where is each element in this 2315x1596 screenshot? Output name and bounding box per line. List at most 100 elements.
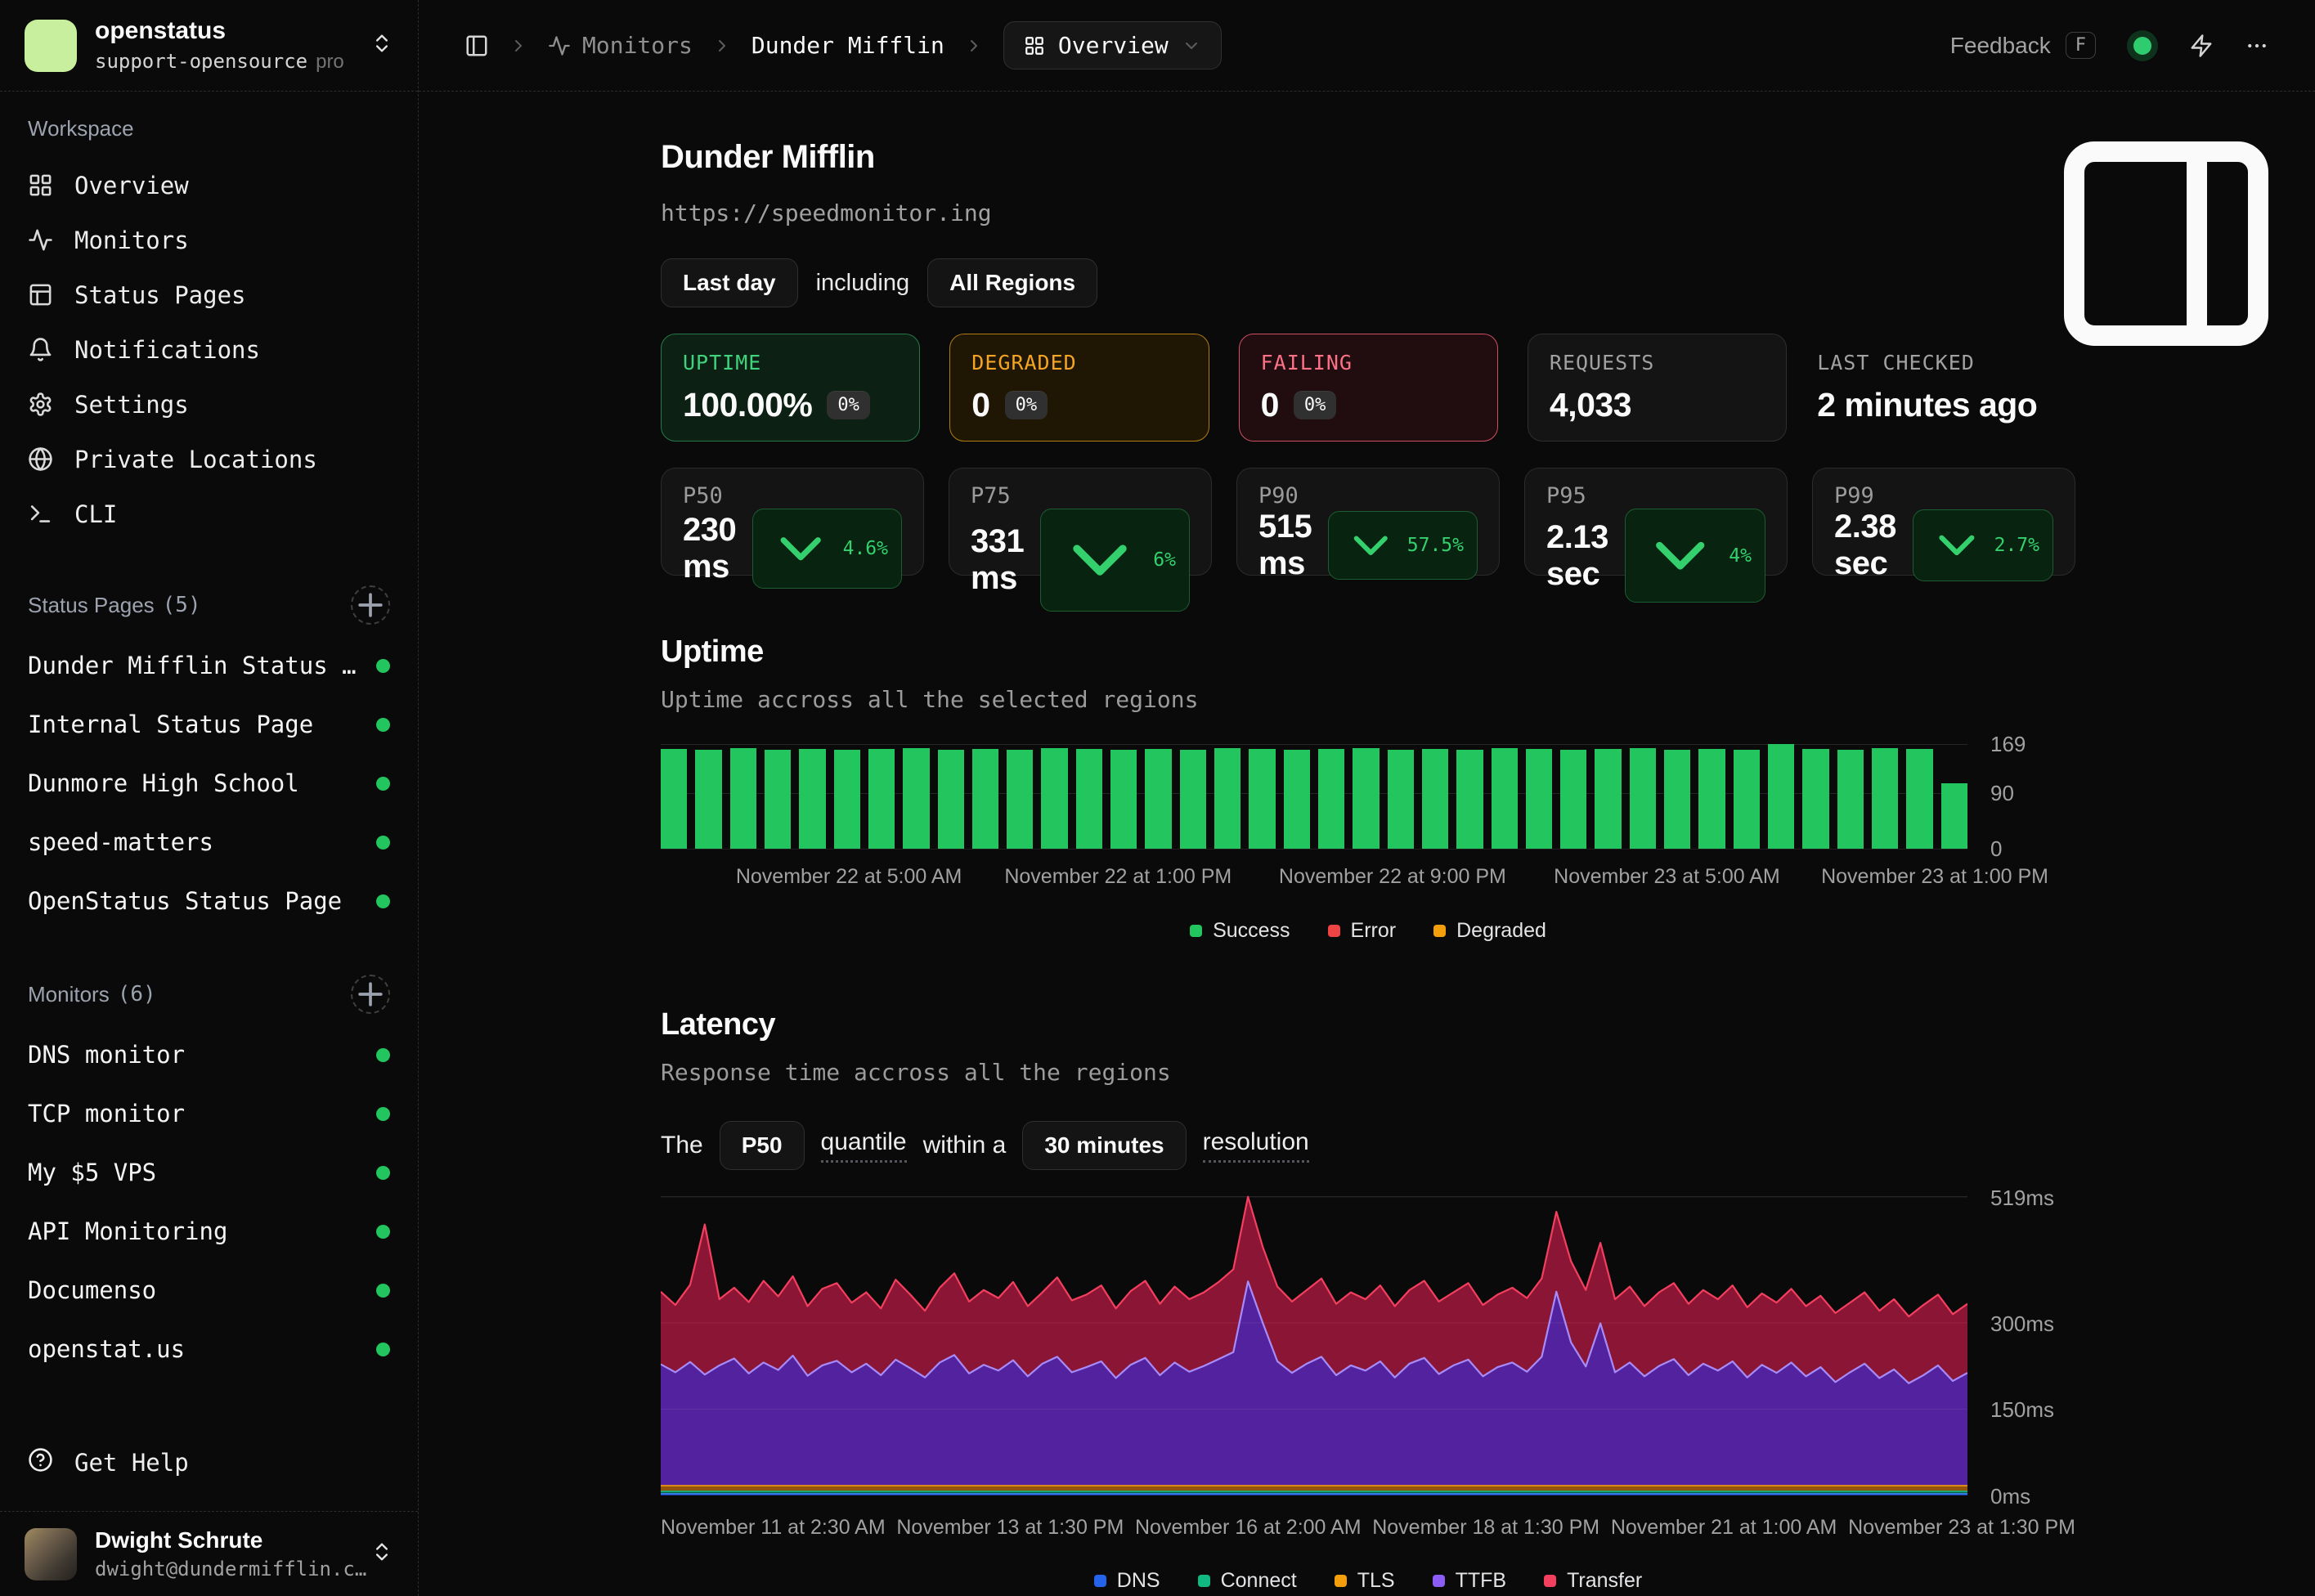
sidebar-item-private-locations[interactable]: Private Locations [28,432,390,486]
uptime-y-tick: 169 [1990,733,2026,755]
breadcrumb-monitors[interactable]: Monitors [548,32,693,59]
panel-right-icon[interactable] [2044,121,2289,366]
uptime-bar [1734,750,1760,849]
chevrons-up-down-icon[interactable] [370,1540,393,1567]
stat-card-failing: FAILING00% [1239,334,1498,442]
monitor-documenso[interactable]: Documenso [28,1261,390,1320]
sidebar-item-monitors[interactable]: Monitors [28,213,390,267]
stat-card-uptime: UPTIME100.00%0% [661,334,920,442]
add-monitor-button[interactable] [351,975,390,1014]
uptime-legend: SuccessErrorDegraded [661,919,2075,943]
sidebar-item-overview[interactable]: Overview [28,158,390,213]
uptime-x-tick: November 22 at 5:00 AM [736,865,962,889]
stat-badge: 0% [827,391,870,419]
sidebar-item-notifications[interactable]: Notifications [28,322,390,377]
feedback-shortcut-key: F [2066,32,2096,59]
uptime-bar [1802,749,1828,849]
stat-label: DEGRADED [971,351,1187,374]
help-circle-icon [28,1447,53,1478]
status-dot [376,659,390,673]
sidebar-item-status-pages[interactable]: Status Pages [28,267,390,322]
user-menu[interactable]: Dwight Schrute dwight@dundermifflin.c… [0,1511,418,1596]
period-filter-button[interactable]: Last day [661,258,798,307]
latency-y-axis: 519ms300ms150ms0ms [1967,1190,2075,1495]
uptime-bar [1007,750,1033,849]
system-status-indicator[interactable] [2127,30,2158,61]
percentile-card-p95: P952.13 sec4% [1524,468,1788,576]
stat-card-degraded: DEGRADED00% [949,334,1209,442]
chevron-right-icon [712,36,732,56]
percentiles-row: P50230 ms4.6%P75331 ms6%P90515 ms57.5%P9… [661,468,2075,576]
status-dot [376,836,390,850]
percentile-card-p99: P992.38 sec2.7% [1812,468,2075,576]
workspace-switcher[interactable]: openstatus support-opensourcepro [0,0,418,92]
latency-x-tick: November 23 at 1:30 PM [1848,1516,2075,1540]
uptime-bar [1249,749,1275,849]
status-page-internal-status-page[interactable]: Internal Status Page [28,695,390,754]
activity-icon [548,34,571,57]
monitors-count: (6) [118,982,156,1006]
terminal-icon [28,501,53,527]
ellipsis-icon[interactable] [2245,34,2269,58]
sidebar-item-cli[interactable]: CLI [28,486,390,541]
view-selector-button[interactable]: Overview [1003,21,1222,69]
chevron-right-icon [964,36,984,56]
latency-x-tick: November 16 at 2:00 AM [1135,1516,1362,1540]
status-page-speed-matters[interactable]: speed-matters [28,813,390,872]
uptime-bar [1076,749,1102,849]
quantile-select-button[interactable]: P50 [720,1121,805,1170]
status-dot [376,718,390,732]
status-page-openstatus-status-page[interactable]: OpenStatus Status Page [28,872,390,930]
resolution-select-button[interactable]: 30 minutes [1022,1121,1186,1170]
uptime-bar [938,750,964,849]
get-help-link[interactable]: Get Help [28,1435,390,1490]
percentile-delta-badge: 4% [1625,509,1765,603]
uptime-chart: 169900 [661,744,2075,849]
top-bar: Monitors Dunder Mifflin Overview Feedbac… [419,0,2315,92]
latency-sentence-mid: within a [923,1132,1007,1159]
zap-icon[interactable] [2189,34,2214,58]
monitor-openstat-us[interactable]: openstat.us [28,1320,390,1379]
sidebar: openstatus support-opensourcepro Workspa… [0,0,419,1596]
status-dot [376,1343,390,1356]
feedback-button[interactable]: Feedback F [1950,32,2096,59]
add-status-page-button[interactable] [351,585,390,625]
legend-item-transfer: Transfer [1544,1569,1642,1593]
latency-legend: DNSConnectTLSTTFBTransfer [661,1569,2075,1593]
view-selector-label: Overview [1058,32,1169,59]
workspace-logo [25,20,77,72]
uptime-bar [1110,750,1137,849]
chevrons-up-down-icon [370,32,393,55]
latency-section-subtitle: Response time accross all the regions [661,1059,2315,1086]
panel-left-icon[interactable] [464,34,489,58]
status-dot [376,1225,390,1239]
ellipsis-icon [2245,34,2269,58]
regions-filter-button[interactable]: All Regions [927,258,1097,307]
workspace-nav: OverviewMonitorsStatus PagesNotification… [28,158,390,541]
uptime-x-tick: November 22 at 1:00 PM [1004,865,1232,889]
percentile-value: 2.13 sec [1546,519,1608,593]
uptime-x-tick: November 22 at 9:00 PM [1279,865,1506,889]
stat-label: FAILING [1261,351,1476,374]
monitor-api-monitoring[interactable]: API Monitoring [28,1202,390,1261]
legend-item-error: Error [1328,919,1397,943]
panel-left-icon [464,34,489,58]
status-page-dunder-mifflin-status[interactable]: Dunder Mifflin Status … [28,636,390,695]
top-actions: Feedback F [1950,30,2269,61]
percentile-label: P90 [1258,483,1478,509]
status-dot [376,1048,390,1062]
sidebar-item-settings[interactable]: Settings [28,377,390,432]
uptime-bar [1664,750,1690,849]
uptime-bar [1388,750,1414,849]
status-page-dunmore-high-school[interactable]: Dunmore High School [28,754,390,813]
monitor-dns-monitor[interactable]: DNS monitor [28,1025,390,1084]
chevron-down-icon [766,514,835,583]
uptime-bar [1456,750,1483,849]
legend-item-connect: Connect [1198,1569,1297,1593]
monitor-tcp-monitor[interactable]: TCP monitor [28,1084,390,1143]
workspace-section-label: Workspace [28,116,390,141]
chevron-right-icon [509,36,528,56]
chevrons-up-down-icon[interactable] [370,32,393,59]
status-pages-list: Dunder Mifflin Status …Internal Status P… [28,636,390,930]
monitor-my-5-vps[interactable]: My $5 VPS [28,1143,390,1202]
